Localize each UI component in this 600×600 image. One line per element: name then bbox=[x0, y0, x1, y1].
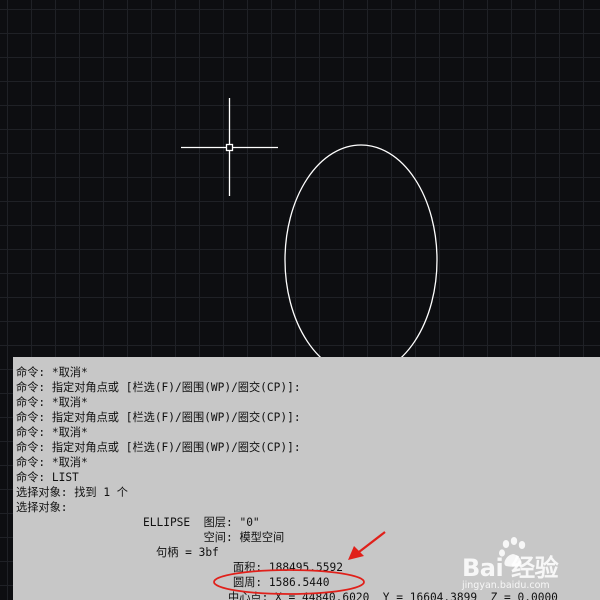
command-line: 命令: LIST bbox=[16, 471, 79, 484]
list-object-type: ELLIPSE 图层: "0" bbox=[143, 516, 260, 529]
ellipse-object[interactable] bbox=[284, 144, 438, 376]
command-line: 命令: 指定对角点或 [栏选(F)/圈围(WP)/圈交(CP)]: bbox=[16, 411, 301, 424]
command-line: 命令: *取消* bbox=[16, 366, 88, 379]
command-line: 命令: *取消* bbox=[16, 456, 88, 469]
watermark: Bai 经验 jingyan.baidu.com bbox=[458, 530, 600, 600]
watermark-url: jingyan.baidu.com bbox=[462, 580, 550, 591]
crosshair-cursor-icon bbox=[181, 98, 278, 196]
command-line: 命令: 指定对角点或 [栏选(F)/圈围(WP)/圈交(CP)]: bbox=[16, 441, 301, 454]
watermark-brand: Bai 经验 bbox=[462, 554, 559, 582]
command-line: 命令: *取消* bbox=[16, 396, 88, 409]
command-line: 命令: 指定对角点或 [栏选(F)/圈围(WP)/圈交(CP)]: bbox=[16, 381, 301, 394]
command-line: 命令: *取消* bbox=[16, 426, 88, 439]
command-line: 选择对象: 找到 1 个 bbox=[16, 486, 128, 499]
command-line: 选择对象: bbox=[16, 501, 68, 514]
